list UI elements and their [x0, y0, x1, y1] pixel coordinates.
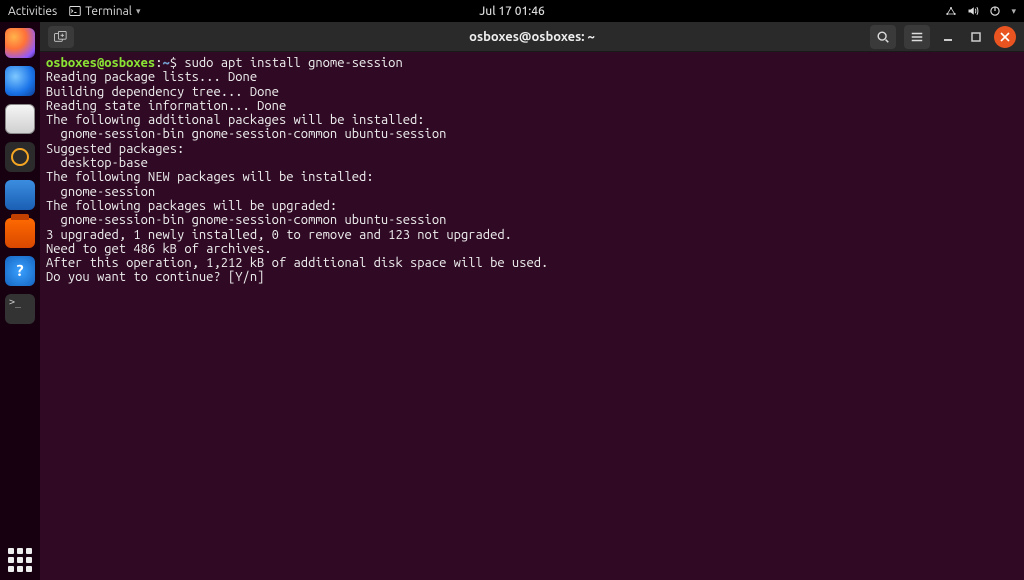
activities-button[interactable]: Activities — [8, 5, 57, 18]
close-button[interactable] — [994, 26, 1016, 48]
terminal-window: osboxes@osboxes: ~ osboxes@osboxes:~$ su… — [40, 22, 1024, 580]
terminal-output: Reading package lists... Done Building d… — [46, 70, 548, 284]
hamburger-icon — [910, 30, 924, 44]
dock-app-files[interactable] — [5, 104, 35, 134]
hamburger-menu-button[interactable] — [904, 25, 930, 49]
search-button[interactable] — [870, 25, 896, 49]
gnome-topbar: Activities Terminal ▾ Jul 17 01:46 ▾ — [0, 0, 1024, 22]
maximize-icon — [970, 31, 982, 43]
dock-app-help[interactable]: ? — [5, 256, 35, 286]
maximize-button[interactable] — [966, 27, 986, 47]
chevron-down-icon: ▾ — [136, 6, 141, 17]
titlebar: osboxes@osboxes: ~ — [40, 22, 1024, 52]
power-icon[interactable] — [989, 5, 1001, 17]
prompt-path: ~ — [162, 56, 169, 70]
command-text: sudo apt install gnome-session — [184, 56, 402, 70]
minimize-icon — [942, 31, 954, 43]
show-applications-button[interactable] — [8, 548, 32, 572]
terminal-icon — [69, 5, 81, 17]
network-icon[interactable] — [945, 5, 957, 17]
prompt-symbol: $ — [170, 56, 177, 70]
dock-app-rhythmbox[interactable] — [5, 142, 35, 172]
prompt-userhost: osboxes@osboxes — [46, 56, 155, 70]
close-icon — [1000, 32, 1010, 42]
minimize-button[interactable] — [938, 27, 958, 47]
app-menu[interactable]: Terminal ▾ — [69, 5, 140, 18]
app-menu-label: Terminal — [85, 5, 132, 18]
clock[interactable]: Jul 17 01:46 — [479, 5, 545, 18]
dock-app-ubuntu-software[interactable] — [5, 218, 35, 248]
volume-icon[interactable] — [967, 5, 979, 17]
search-icon — [876, 30, 890, 44]
chevron-down-icon: ▾ — [1011, 6, 1016, 17]
dock-app-terminal[interactable]: >_ — [5, 294, 35, 324]
new-tab-icon — [54, 31, 68, 43]
new-tab-button[interactable] — [48, 26, 74, 48]
window-title: osboxes@osboxes: ~ — [469, 30, 595, 44]
terminal-body[interactable]: osboxes@osboxes:~$ sudo apt install gnom… — [40, 52, 1024, 580]
dock: ? >_ — [0, 22, 40, 580]
dock-app-firefox[interactable] — [5, 28, 35, 58]
dock-app-libreoffice-writer[interactable] — [5, 180, 35, 210]
dock-app-thunderbird[interactable] — [5, 66, 35, 96]
